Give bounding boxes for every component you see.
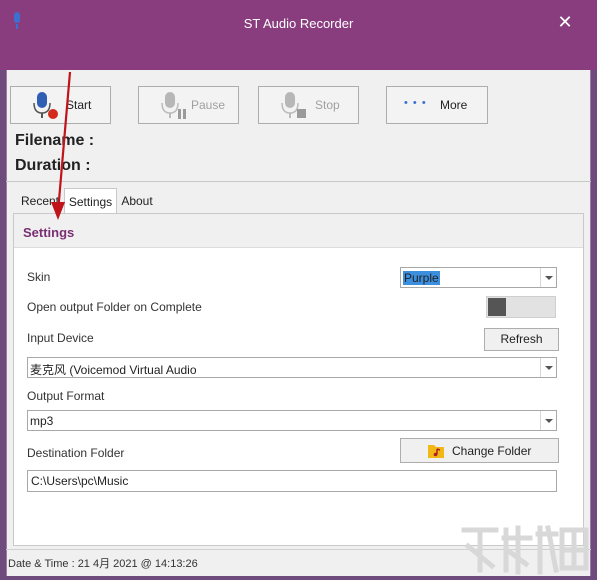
- filename-label: Filename :: [15, 132, 95, 149]
- tab-about[interactable]: About: [117, 188, 157, 214]
- open-folder-label: Open output Folder on Complete: [27, 300, 202, 314]
- stop-button[interactable]: Stop: [258, 86, 359, 124]
- output-format-value: mp3: [30, 414, 54, 428]
- change-folder-label: Change Folder: [452, 444, 532, 458]
- window-title: ST Audio Recorder: [243, 16, 354, 31]
- mic-record-icon: [33, 92, 58, 119]
- change-folder-button[interactable]: Change Folder: [400, 438, 559, 463]
- output-format-select[interactable]: mp3: [27, 410, 557, 431]
- destination-label: Destination Folder: [27, 446, 125, 460]
- output-format-label: Output Format: [27, 389, 105, 403]
- destination-folder-input[interactable]: [28, 471, 556, 491]
- tab-settings[interactable]: Settings: [64, 188, 117, 214]
- pause-label: Pause: [191, 98, 226, 112]
- dropdown-arrow-icon[interactable]: [540, 268, 556, 287]
- status-datetime: Date & Time : 21 4月 2021 @ 14:13:26: [8, 558, 198, 570]
- skin-label: Skin: [27, 270, 51, 284]
- mic-pause-icon: [161, 92, 186, 119]
- settings-panel: [13, 213, 584, 546]
- more-label: More: [440, 98, 468, 112]
- title-bar: ST Audio Recorder ✕: [0, 0, 597, 70]
- input-device-select[interactable]: 麦克风 (Voicemod Virtual Audio: [27, 357, 557, 378]
- skin-select[interactable]: Purple: [400, 267, 557, 288]
- refresh-button[interactable]: Refresh: [484, 328, 559, 351]
- input-device-value: 麦克风 (Voicemod Virtual Audio: [30, 363, 197, 377]
- toggle-knob: [488, 298, 506, 316]
- close-icon[interactable]: ✕: [555, 12, 575, 32]
- start-button[interactable]: Start: [10, 86, 111, 124]
- settings-header: [14, 214, 583, 248]
- mic-stop-icon: [281, 92, 306, 118]
- input-device-label: Input Device: [27, 331, 94, 345]
- stop-label: Stop: [315, 98, 340, 112]
- more-button[interactable]: • • • More: [386, 86, 488, 124]
- watermark-logo: [461, 525, 589, 575]
- skin-value: Purple: [403, 271, 440, 285]
- folder-music-icon: [428, 445, 444, 458]
- start-label: Start: [66, 98, 92, 112]
- tab-recent[interactable]: Recent: [16, 188, 64, 214]
- duration-label: Duration :: [15, 157, 91, 174]
- open-folder-toggle[interactable]: [486, 296, 556, 318]
- dropdown-arrow-icon[interactable]: [540, 358, 556, 377]
- destination-folder-field[interactable]: [27, 470, 557, 492]
- settings-title: Settings: [23, 225, 75, 240]
- more-dots-icon: • • •: [404, 97, 427, 109]
- divider: [6, 181, 591, 182]
- pause-button[interactable]: Pause: [138, 86, 239, 124]
- dropdown-arrow-icon[interactable]: [540, 411, 556, 430]
